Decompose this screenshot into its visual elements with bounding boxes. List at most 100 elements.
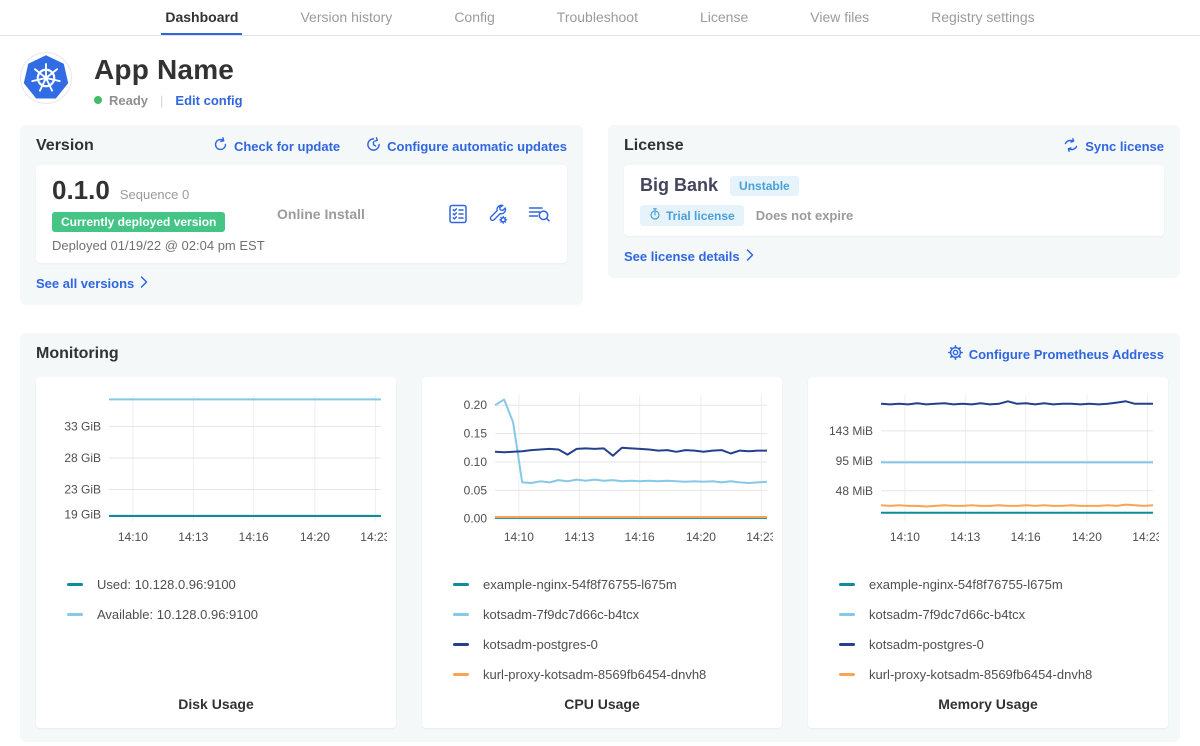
license-customer-name: Big Bank xyxy=(640,175,718,196)
install-type-label: Online Install xyxy=(277,206,365,222)
legend-swatch xyxy=(67,613,83,616)
view-deploy-logs-icon[interactable] xyxy=(527,203,551,225)
legend-label: kotsadm-7f9dc7d66c-b4tcx xyxy=(869,607,1025,622)
legend-label: kurl-proxy-kotsadm-8569fb6454-dnvh8 xyxy=(869,667,1092,682)
legend-item: Used: 10.128.0.96:9100 xyxy=(67,577,387,592)
edit-config-gear-icon[interactable] xyxy=(487,203,509,225)
monitoring-card: Monitoring Configure Prome xyxy=(20,333,1180,742)
tab-troubleshoot[interactable]: Troubleshoot xyxy=(553,0,642,35)
disk-usage-panel: 14:1014:1314:1614:2014:2319 GiB23 GiB28 … xyxy=(36,377,396,728)
app-header: App Name Ready | Edit config xyxy=(20,52,1180,109)
svg-text:14:16: 14:16 xyxy=(625,530,655,544)
legend-item: kotsadm-postgres-0 xyxy=(453,637,773,652)
current-version-box: 0.1.0 Sequence 0 Currently deployed vers… xyxy=(36,165,567,263)
legend-label: example-nginx-54f8f76755-l675m xyxy=(869,577,1063,592)
channel-badge: Unstable xyxy=(730,176,799,196)
edit-config-link[interactable]: Edit config xyxy=(175,93,242,108)
svg-text:143 MiB: 143 MiB xyxy=(829,424,873,438)
chart-title-cpu: CPU Usage xyxy=(431,682,773,718)
legend-swatch xyxy=(453,673,469,676)
svg-text:14:13: 14:13 xyxy=(564,530,594,544)
tab-license[interactable]: License xyxy=(696,0,752,35)
trial-license-badge: Trial license xyxy=(640,205,744,226)
tab-registry-settings[interactable]: Registry settings xyxy=(927,0,1038,35)
preflight-checks-icon[interactable] xyxy=(447,203,469,225)
svg-text:14:16: 14:16 xyxy=(1011,530,1041,544)
refresh-icon xyxy=(213,137,228,155)
svg-text:14:20: 14:20 xyxy=(1072,530,1102,544)
configure-prometheus-button[interactable]: Configure Prometheus Address xyxy=(948,345,1164,363)
legend-swatch xyxy=(839,643,855,646)
memory-usage-panel: 14:1014:1314:1614:2014:2348 MiB95 MiB143… xyxy=(808,377,1168,728)
svg-text:14:23: 14:23 xyxy=(1132,530,1159,544)
svg-text:14:20: 14:20 xyxy=(686,530,716,544)
chart-title-memory: Memory Usage xyxy=(817,682,1159,718)
tab-config[interactable]: Config xyxy=(450,0,498,35)
svg-text:14:13: 14:13 xyxy=(178,530,208,544)
disk-usage-legend: Used: 10.128.0.96:9100 Available: 10.128.… xyxy=(45,562,387,622)
license-card: License Sync license Big Bank Unstable xyxy=(608,125,1180,278)
svg-text:0.20: 0.20 xyxy=(464,398,488,412)
status-text: Ready xyxy=(109,93,148,108)
version-number: 0.1.0 xyxy=(52,175,110,206)
license-expiry: Does not expire xyxy=(756,208,854,223)
legend-label: kotsadm-postgres-0 xyxy=(869,637,984,652)
legend-item: example-nginx-54f8f76755-l675m xyxy=(453,577,773,592)
legend-label: Available: 10.128.0.96:9100 xyxy=(97,607,258,622)
legend-swatch xyxy=(453,583,469,586)
chevron-right-icon xyxy=(746,249,754,264)
svg-text:14:10: 14:10 xyxy=(118,530,148,544)
memory-usage-chart[interactable]: 14:1014:1314:1614:2014:2348 MiB95 MiB143… xyxy=(817,387,1159,558)
stopwatch-icon xyxy=(649,208,661,223)
svg-text:0.15: 0.15 xyxy=(464,427,488,441)
version-card-title: Version xyxy=(36,137,94,155)
chart-title-disk: Disk Usage xyxy=(45,682,387,718)
legend-item: kurl-proxy-kotsadm-8569fb6454-dnvh8 xyxy=(839,667,1159,682)
svg-text:14:20: 14:20 xyxy=(300,530,330,544)
monitoring-title: Monitoring xyxy=(36,345,119,363)
svg-text:33 GiB: 33 GiB xyxy=(64,420,101,434)
legend-item: kurl-proxy-kotsadm-8569fb6454-dnvh8 xyxy=(453,667,773,682)
memory-usage-legend: example-nginx-54f8f76755-l675m kotsadm-7f… xyxy=(817,562,1159,682)
legend-label: example-nginx-54f8f76755-l675m xyxy=(483,577,677,592)
legend-swatch xyxy=(839,673,855,676)
chevron-right-icon xyxy=(140,276,148,291)
tab-version-history[interactable]: Version history xyxy=(296,0,396,35)
tab-dashboard[interactable]: Dashboard xyxy=(161,0,242,35)
legend-label: kurl-proxy-kotsadm-8569fb6454-dnvh8 xyxy=(483,667,706,682)
svg-text:0.00: 0.00 xyxy=(464,512,488,526)
see-all-versions-link[interactable]: See all versions xyxy=(36,276,148,291)
legend-swatch xyxy=(67,583,83,586)
sync-license-button[interactable]: Sync license xyxy=(1063,138,1164,155)
license-card-title: License xyxy=(624,137,684,155)
license-info-box: Big Bank Unstable Trial license Does not… xyxy=(624,165,1164,236)
disk-usage-chart[interactable]: 14:1014:1314:1614:2014:2319 GiB23 GiB28 … xyxy=(45,387,387,558)
check-for-update-button[interactable]: Check for update xyxy=(213,137,340,155)
legend-swatch xyxy=(839,613,855,616)
legend-label: kotsadm-7f9dc7d66c-b4tcx xyxy=(483,607,639,622)
svg-text:14:10: 14:10 xyxy=(504,530,534,544)
svg-text:0.10: 0.10 xyxy=(464,455,488,469)
svg-text:23 GiB: 23 GiB xyxy=(64,483,101,497)
legend-label: Used: 10.128.0.96:9100 xyxy=(97,577,236,592)
cpu-usage-chart[interactable]: 14:10 14:13 14:16 14:20 14:23 0.00 0.05 0.10 0.1… xyxy=(431,387,773,558)
kubernetes-logo-icon xyxy=(20,52,72,109)
svg-text:95 MiB: 95 MiB xyxy=(836,454,873,468)
svg-text:48 MiB: 48 MiB xyxy=(836,484,873,498)
svg-text:14:23: 14:23 xyxy=(746,530,773,544)
tab-view-files[interactable]: View files xyxy=(806,0,873,35)
svg-text:0.05: 0.05 xyxy=(464,483,488,497)
cpu-usage-panel: 14:10 14:13 14:16 14:20 14:23 0.00 0.05 0.10 0.1… xyxy=(422,377,782,728)
version-card: Version Check for update xyxy=(20,125,583,305)
legend-label: kotsadm-postgres-0 xyxy=(483,637,598,652)
legend-item: Available: 10.128.0.96:9100 xyxy=(67,607,387,622)
see-license-details-link[interactable]: See license details xyxy=(624,249,754,264)
svg-text:14:16: 14:16 xyxy=(239,530,269,544)
currently-deployed-badge: Currently deployed version xyxy=(52,212,225,232)
legend-swatch xyxy=(839,583,855,586)
sync-icon xyxy=(1063,138,1079,155)
configure-automatic-updates-button[interactable]: Configure automatic updates xyxy=(366,137,567,155)
legend-swatch xyxy=(453,613,469,616)
gear-icon xyxy=(948,345,963,363)
page-title: App Name xyxy=(94,54,243,86)
